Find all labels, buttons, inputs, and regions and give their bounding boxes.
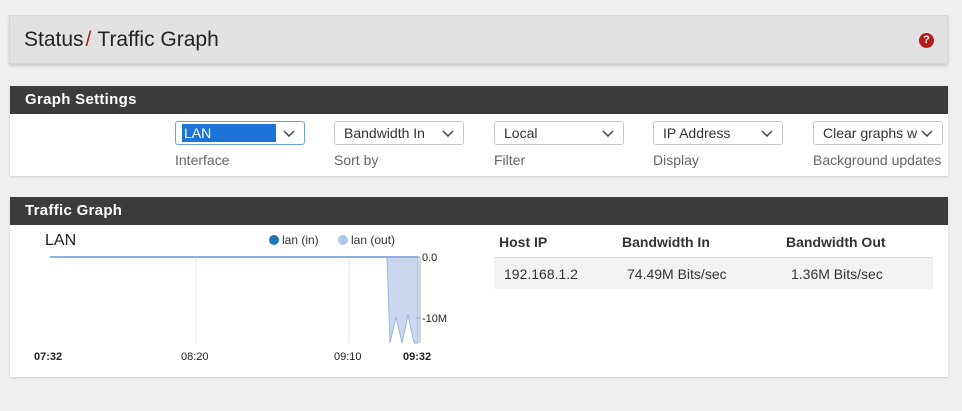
- column-header-bandwidth-in: Bandwidth In: [622, 234, 710, 250]
- cell-bandwidth-in: 74.49M Bits/sec: [627, 266, 727, 282]
- chart-legend: lan (in) lan (out): [269, 233, 395, 247]
- legend-label-out: lan (out): [351, 233, 395, 247]
- help-icon[interactable]: ?: [919, 33, 934, 48]
- chart-gridlines: [195, 257, 350, 343]
- display-select[interactable]: IP Address: [653, 121, 783, 145]
- interface-select-value: LAN: [182, 124, 276, 142]
- chevron-down-icon: [602, 130, 614, 138]
- graph-settings-panel: Graph Settings LAN Interface Bandwidth I…: [10, 86, 948, 176]
- sort-by-select[interactable]: Bandwidth In: [334, 121, 464, 145]
- background-updates-label: Background updates: [813, 152, 942, 168]
- legend-marker-out[interactable]: [338, 235, 348, 245]
- display-setting: IP Address Display: [653, 121, 783, 168]
- page-header: Status/Traffic Graph ?: [9, 15, 948, 64]
- cell-bandwidth-out: 1.36M Bits/sec: [791, 266, 883, 282]
- x-tick-label-1: 08:20: [181, 351, 209, 363]
- x-tick-label-3: 09:32: [403, 351, 431, 363]
- chevron-down-icon: [921, 130, 933, 138]
- column-header-host-ip: Host IP: [499, 234, 548, 250]
- table-row: 192.168.1.2 74.49M Bits/sec 1.36M Bits/s…: [494, 257, 933, 289]
- page-title: Traffic Graph: [97, 28, 219, 51]
- sort-by-label: Sort by: [334, 152, 379, 168]
- traffic-graph-panel: Traffic Graph LAN lan (in) lan (out) 0.0…: [10, 197, 948, 377]
- filter-label: Filter: [494, 152, 526, 168]
- breadcrumb-separator: /: [85, 28, 92, 51]
- chevron-down-icon: [283, 130, 295, 138]
- breadcrumb-status[interactable]: Status: [24, 28, 84, 51]
- filter-setting: Local Filter: [494, 121, 624, 168]
- graph-settings-heading: Graph Settings: [10, 86, 948, 114]
- legend-label-in: lan (in): [282, 233, 319, 247]
- filter-select-value: Local: [504, 125, 538, 141]
- column-header-bandwidth-out: Bandwidth Out: [786, 234, 886, 250]
- filter-select[interactable]: Local: [494, 121, 624, 145]
- area-lan-out: [386, 256, 419, 344]
- chevron-down-icon: [442, 130, 454, 138]
- breadcrumb: Status/Traffic Graph: [24, 28, 219, 52]
- interface-select[interactable]: LAN: [175, 121, 305, 145]
- background-updates-setting: Clear graphs w Background updates: [813, 121, 943, 168]
- legend-marker-in[interactable]: [269, 235, 279, 245]
- y-tick-label-0: 0.0: [422, 252, 437, 264]
- sort-by-select-value: Bandwidth In: [344, 125, 425, 141]
- x-tick-label-2: 09:10: [334, 351, 362, 363]
- traffic-graph-heading: Traffic Graph: [10, 197, 948, 225]
- background-updates-select[interactable]: Clear graphs w: [813, 121, 943, 145]
- interface-setting: LAN Interface: [175, 121, 305, 168]
- chevron-down-icon: [761, 130, 773, 138]
- display-select-value: IP Address: [663, 125, 731, 141]
- cell-host-ip: 192.168.1.2: [504, 266, 578, 282]
- background-updates-select-value: Clear graphs w: [823, 125, 918, 141]
- display-label: Display: [653, 152, 699, 168]
- interface-label: Interface: [175, 152, 230, 168]
- chart-title: LAN: [45, 232, 76, 249]
- sort-by-setting: Bandwidth In Sort by: [334, 121, 464, 168]
- traffic-chart: LAN lan (in) lan (out) 0.0 -10M 07:32 08…: [34, 232, 447, 363]
- x-tick-label-0: 07:32: [34, 351, 62, 363]
- y-tick-label-1: -10M: [422, 313, 447, 325]
